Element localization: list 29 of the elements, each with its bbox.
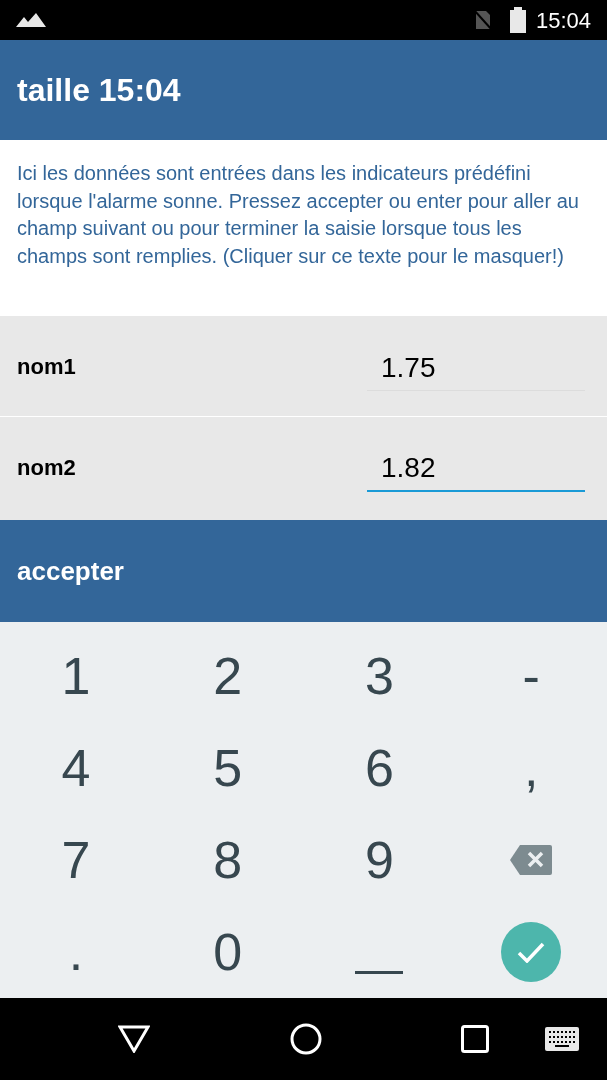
keyboard-icon[interactable]: [545, 1027, 579, 1051]
keypad-key[interactable]: 6: [303, 722, 456, 814]
keypad-key[interactable]: 8: [151, 814, 304, 906]
backspace-icon[interactable]: [510, 845, 553, 875]
keypad-key[interactable]: 5: [151, 722, 304, 814]
keypad-key[interactable]: 0: [151, 906, 304, 998]
field-label: nom1: [17, 352, 77, 381]
back-icon[interactable]: [118, 1025, 150, 1053]
keypad-key[interactable]: 9: [303, 814, 456, 906]
keypad-key[interactable]: 4: [0, 722, 152, 814]
keypad-key[interactable]: -: [455, 630, 607, 722]
keypad-key[interactable]: 7: [0, 814, 152, 906]
field-label: nom2: [17, 453, 77, 482]
recents-icon[interactable]: [461, 1025, 489, 1053]
keypad-key[interactable]: 1: [0, 630, 152, 722]
info-text[interactable]: Ici les données sont entrées dans les indicateurs prédéfini lorsque l'alarme sonne. Pressez accepter ou enter pour aller au champ suivant ou pour terminer la saisie lorsque tous les champs sont remplies. (Cliquer sur ce texte pour le masquer!): [17, 160, 590, 270]
mountain-icon: [16, 13, 46, 27]
keypad-key[interactable]: 2: [151, 630, 304, 722]
input-field[interactable]: 1.82: [367, 446, 585, 492]
battery-icon: [509, 7, 526, 33]
keypad-key[interactable]: ,: [455, 722, 607, 814]
keypad-key[interactable]: .: [0, 906, 152, 998]
input-field[interactable]: 1.75: [367, 345, 585, 391]
status-time: 15:04: [535, 6, 591, 35]
checkmark-icon: [517, 941, 546, 963]
accept-button[interactable]: accepter: [0, 520, 607, 622]
home-icon[interactable]: [290, 1023, 322, 1055]
app-title: taille 15:04: [17, 71, 181, 110]
keypad-key[interactable]: 3: [303, 630, 456, 722]
